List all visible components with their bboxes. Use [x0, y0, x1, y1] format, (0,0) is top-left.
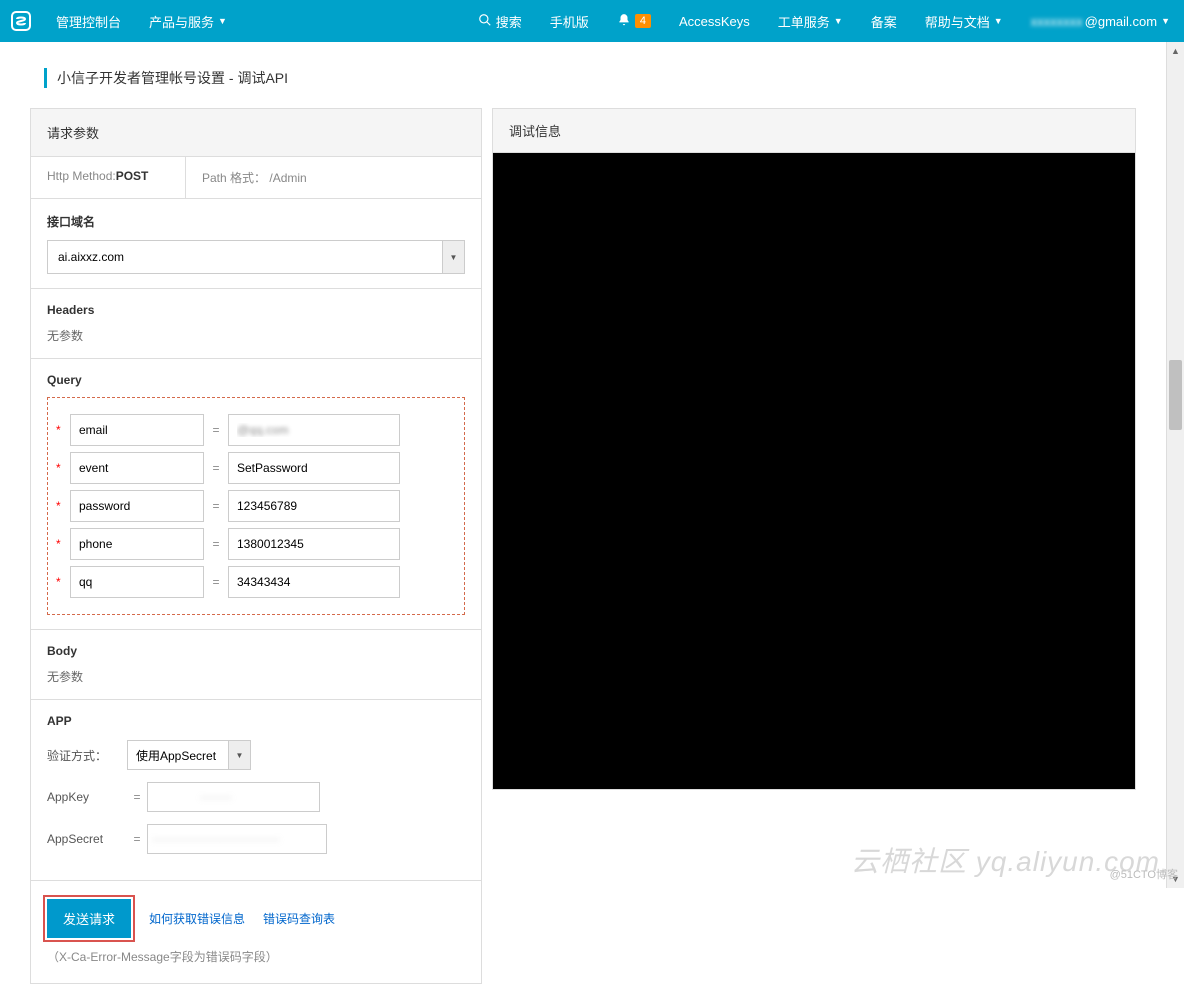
app-label: APP — [47, 714, 465, 728]
path-value: /Admin — [269, 171, 306, 185]
nav-notifications[interactable]: 4 — [603, 0, 665, 42]
nav-help[interactable]: 帮助与文档 ▼ — [911, 0, 1017, 42]
domain-label: 接口域名 — [47, 213, 465, 230]
nav-accesskeys[interactable]: AccessKeys — [665, 0, 764, 42]
nav-search[interactable]: 搜索 — [464, 0, 536, 42]
query-area: *=*=*=*=*= — [47, 397, 465, 615]
nav-help-label: 帮助与文档 — [925, 12, 990, 31]
equals-sign: = — [127, 832, 147, 846]
nav-products[interactable]: 产品与服务 ▼ — [135, 0, 241, 42]
request-panel-title: 请求参数 — [31, 109, 481, 157]
chevron-down-icon[interactable]: ▼ — [228, 741, 250, 769]
watermark-source: @51CTO博客 — [1110, 866, 1178, 882]
nav-console[interactable]: 管理控制台 — [42, 0, 135, 42]
body-label: Body — [47, 644, 465, 658]
page-title: 小信子开发者管理帐号设置 - 调试API — [44, 68, 1136, 88]
error-info-link[interactable]: 如何获取错误信息 — [149, 910, 245, 927]
required-mark: * — [56, 575, 64, 589]
query-value-input[interactable] — [228, 566, 400, 598]
nav-workorders[interactable]: 工单服务 ▼ — [764, 0, 857, 42]
query-row: *= — [56, 414, 456, 446]
request-panel: 请求参数 Http Method:POST Path 格式： /Admin 接口… — [30, 108, 482, 984]
nav-workorders-label: 工单服务 — [778, 12, 830, 31]
equals-sign: = — [204, 537, 228, 551]
nav-search-label: 搜索 — [496, 12, 522, 31]
http-method-value: POST — [116, 169, 149, 183]
equals-sign: = — [204, 423, 228, 437]
query-row: *= — [56, 452, 456, 484]
chevron-down-icon[interactable]: ▼ — [442, 241, 464, 273]
scroll-thumb[interactable] — [1169, 360, 1182, 430]
chevron-down-icon: ▼ — [834, 16, 843, 26]
equals-sign: = — [127, 790, 147, 804]
http-method-label: Http Method: — [47, 169, 116, 183]
chevron-down-icon: ▼ — [994, 16, 1003, 26]
top-header: 管理控制台 产品与服务 ▼ 搜索 手机版 4 AccessKeys 工单服务 ▼… — [0, 0, 1184, 42]
nav-mobile[interactable]: 手机版 — [536, 0, 603, 42]
scroll-track[interactable] — [1167, 60, 1184, 870]
query-value-input[interactable] — [228, 490, 400, 522]
nav-user[interactable]: xxxxxxxx@gmail.com ▼ — [1017, 0, 1184, 42]
notification-badge: 4 — [635, 14, 651, 28]
nav-beian[interactable]: 备案 — [857, 0, 911, 42]
chevron-down-icon: ▼ — [218, 16, 227, 26]
method-path-row: Http Method:POST Path 格式： /Admin — [31, 157, 481, 199]
chevron-down-icon: ▼ — [1161, 16, 1170, 26]
domain-input[interactable] — [48, 241, 442, 273]
required-mark: * — [56, 499, 64, 513]
query-key-input[interactable] — [70, 452, 204, 484]
body-empty: 无参数 — [47, 668, 465, 685]
query-key-input[interactable] — [70, 566, 204, 598]
query-row: *= — [56, 566, 456, 598]
debug-panel: 调试信息 — [492, 108, 1136, 790]
brand-logo[interactable] — [0, 0, 42, 42]
bell-icon — [617, 13, 631, 30]
headers-label: Headers — [47, 303, 465, 317]
query-value-input[interactable] — [228, 452, 400, 484]
auth-method-label: 验证方式： — [47, 747, 127, 764]
query-key-input[interactable] — [70, 528, 204, 560]
appkey-input[interactable] — [147, 782, 320, 812]
error-table-link[interactable]: 错误码查询表 — [263, 910, 335, 927]
appsecret-input[interactable] — [147, 824, 327, 854]
auth-method-input[interactable] — [128, 741, 228, 769]
debug-panel-title: 调试信息 — [493, 109, 1135, 153]
query-value-input[interactable] — [228, 414, 400, 446]
nav-products-label: 产品与服务 — [149, 12, 214, 31]
equals-sign: = — [204, 499, 228, 513]
query-value-input[interactable] — [228, 528, 400, 560]
user-email-suffix: @gmail.com — [1085, 14, 1157, 29]
path-label: Path 格式： — [202, 171, 266, 185]
error-help-text: （X-Ca-Error-Message字段为错误码字段） — [47, 948, 278, 965]
domain-select[interactable]: ▼ — [47, 240, 465, 274]
scroll-up-button[interactable]: ▲ — [1167, 42, 1184, 60]
query-label: Query — [47, 373, 465, 387]
debug-output — [493, 153, 1135, 789]
required-mark: * — [56, 537, 64, 551]
query-key-input[interactable] — [70, 490, 204, 522]
equals-sign: = — [204, 461, 228, 475]
equals-sign: = — [204, 575, 228, 589]
required-mark: * — [56, 423, 64, 437]
required-mark: * — [56, 461, 64, 475]
user-email-prefix: xxxxxxxx — [1031, 14, 1083, 29]
headers-empty: 无参数 — [47, 327, 465, 344]
appsecret-label: AppSecret — [47, 832, 127, 846]
query-row: *= — [56, 490, 456, 522]
send-request-button[interactable]: 发送请求 — [47, 899, 131, 938]
query-row: *= — [56, 528, 456, 560]
vertical-scrollbar[interactable]: ▲ ▼ — [1166, 42, 1184, 888]
auth-method-select[interactable]: ▼ — [127, 740, 251, 770]
appkey-label: AppKey — [47, 790, 127, 804]
query-key-input[interactable] — [70, 414, 204, 446]
search-icon — [478, 13, 492, 30]
